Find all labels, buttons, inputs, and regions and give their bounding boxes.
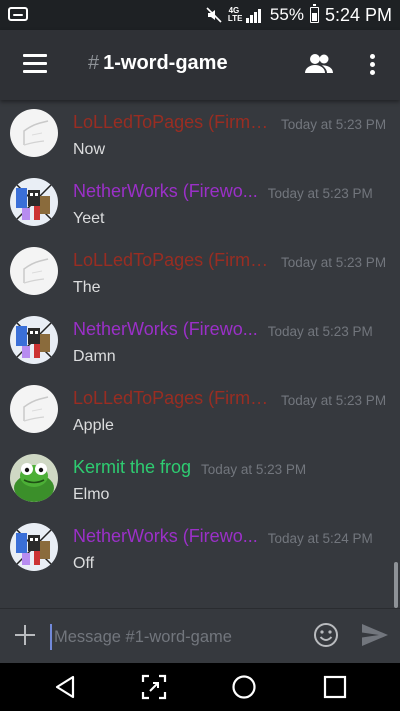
message-content: Yeet bbox=[73, 210, 105, 227]
message-composer bbox=[0, 608, 400, 664]
battery-icon bbox=[309, 4, 319, 23]
message-timestamp: Today at 5:23 PM bbox=[201, 462, 307, 477]
message-timestamp: Today at 5:23 PM bbox=[267, 186, 373, 201]
message-content: Off bbox=[73, 555, 95, 572]
message-content: Damn bbox=[73, 348, 116, 365]
message-row[interactable]: NetherWorks (Firewo... Today at 5:24 PM Of… bbox=[0, 514, 400, 583]
android-nav-bar bbox=[0, 663, 400, 711]
avatar[interactable] bbox=[10, 178, 58, 226]
app-bar: #1-word-game bbox=[0, 30, 400, 100]
home-icon[interactable] bbox=[229, 672, 259, 702]
signal-icon bbox=[245, 7, 264, 23]
message-row[interactable]: LoLLedToPages (Firme... Today at 5:23 PM N… bbox=[0, 100, 400, 169]
status-bar: 4G LTE 55% 5:24 PM bbox=[0, 0, 400, 30]
status-right-group: 4G LTE 55% 5:24 PM bbox=[206, 4, 392, 25]
message-row[interactable]: Kermit the frog Today at 5:23 PM Elmo bbox=[0, 445, 400, 514]
message-content: Apple bbox=[73, 417, 114, 434]
hamburger-menu-icon[interactable] bbox=[23, 54, 47, 74]
message-author[interactable]: LoLLedToPages (Firme... bbox=[73, 250, 271, 271]
recents-icon[interactable] bbox=[320, 672, 350, 702]
screenshot-icon[interactable] bbox=[139, 672, 169, 702]
avatar[interactable] bbox=[10, 454, 58, 502]
message-timestamp: Today at 5:23 PM bbox=[281, 393, 387, 408]
message-row[interactable]: LoLLedToPages (Firme... Today at 5:23 PM A… bbox=[0, 376, 400, 445]
message-row[interactable]: NetherWorks (Firewo... Today at 5:23 PM Ye… bbox=[0, 169, 400, 238]
message-timestamp: Today at 5:24 PM bbox=[267, 531, 373, 546]
battery-percent: 55% bbox=[269, 5, 304, 24]
mute-icon bbox=[206, 7, 222, 23]
message-author[interactable]: NetherWorks (Firewo... bbox=[73, 526, 258, 547]
avatar[interactable] bbox=[10, 109, 58, 157]
message-content: Elmo bbox=[73, 486, 110, 503]
avatar[interactable] bbox=[10, 247, 58, 295]
avatar[interactable] bbox=[10, 316, 58, 364]
add-icon[interactable] bbox=[14, 624, 36, 646]
message-author[interactable]: NetherWorks (Firewo... bbox=[73, 181, 258, 202]
message-input[interactable] bbox=[50, 624, 300, 650]
message-content: The bbox=[73, 279, 101, 296]
lte-icon: 4G LTE bbox=[227, 6, 243, 23]
clock: 5:24 PM bbox=[324, 4, 392, 25]
back-icon[interactable] bbox=[50, 672, 80, 702]
message-row[interactable]: LoLLedToPages (Firme... Today at 5:23 PM T… bbox=[0, 238, 400, 307]
avatar[interactable] bbox=[10, 385, 58, 433]
message-author[interactable]: LoLLedToPages (Firme... bbox=[73, 112, 271, 133]
scrollbar[interactable] bbox=[394, 562, 398, 608]
channel-title[interactable]: #1-word-game bbox=[88, 52, 228, 75]
emoji-icon[interactable] bbox=[313, 622, 339, 648]
message-author[interactable]: Kermit the frog bbox=[73, 457, 191, 478]
message-timestamp: Today at 5:23 PM bbox=[267, 324, 373, 339]
message-author[interactable]: LoLLedToPages (Firme... bbox=[73, 388, 271, 409]
members-icon[interactable] bbox=[304, 52, 334, 76]
channel-name: 1-word-game bbox=[103, 52, 228, 74]
message-content: Now bbox=[73, 141, 106, 158]
send-icon[interactable] bbox=[361, 623, 389, 647]
message-row[interactable]: NetherWorks (Firewo... Today at 5:23 PM Da… bbox=[0, 307, 400, 376]
message-author[interactable]: NetherWorks (Firewo... bbox=[73, 319, 258, 340]
message-timestamp: Today at 5:23 PM bbox=[281, 255, 387, 270]
avatar[interactable] bbox=[10, 523, 58, 571]
message-list[interactable]: LoLLedToPages (Firme... Today at 5:23 PM N… bbox=[0, 100, 400, 608]
channel-hash-icon: # bbox=[88, 52, 100, 74]
message-timestamp: Today at 5:23 PM bbox=[281, 117, 387, 132]
overflow-menu-icon[interactable] bbox=[362, 52, 382, 76]
notification-icon bbox=[8, 7, 28, 21]
